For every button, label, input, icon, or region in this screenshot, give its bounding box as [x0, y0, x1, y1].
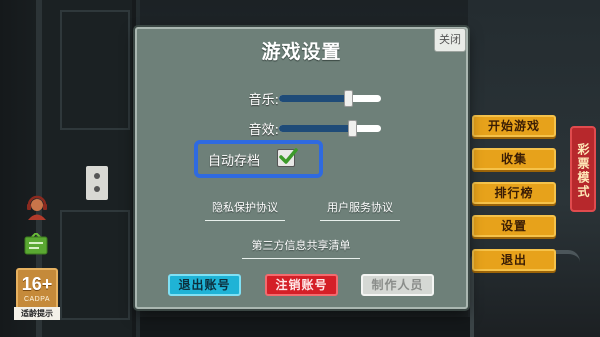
sfx-slider-handle[interactable] [348, 119, 358, 137]
music-slider-handle[interactable] [344, 89, 354, 107]
sfx-slider[interactable] [279, 119, 381, 137]
user-agreement-link[interactable]: 用户服务协议 [320, 199, 400, 221]
music-label: 音乐: [248, 92, 279, 108]
dialog-title: 游戏设置 [261, 41, 342, 63]
autosave-label: 自动存档 [208, 154, 261, 169]
notice-board-icon[interactable] [24, 231, 48, 255]
music-slider[interactable] [279, 89, 381, 107]
settings-button[interactable]: 设置 [472, 215, 556, 237]
exit-button[interactable]: 退出 [472, 249, 556, 271]
sfx-slider-row: 音效: [233, 119, 381, 138]
third-party-sharing-link[interactable]: 第三方信息共享清单 [242, 237, 360, 259]
age-rating-org: CADPA [23, 296, 51, 303]
logout-button[interactable]: 退出账号 [168, 274, 241, 296]
floor [140, 317, 470, 337]
wall-socket [86, 166, 108, 200]
privacy-policy-link[interactable]: 隐私保护协议 [205, 199, 285, 221]
checkmark-icon [279, 148, 298, 164]
customer-service-icon[interactable] [24, 195, 50, 221]
collection-button[interactable]: 收集 [472, 148, 556, 170]
start-game-button[interactable]: 开始游戏 [472, 115, 556, 137]
door-panel-bottom [60, 210, 130, 320]
door-panel-top [60, 10, 130, 130]
lottery-mode-tab[interactable]: 彩票模式 [570, 126, 596, 212]
age-rating: 16+ [21, 274, 53, 294]
music-slider-row: 音乐: [233, 89, 381, 108]
autosave-checkbox[interactable] [277, 148, 298, 167]
music-slider-fill [279, 94, 349, 102]
close-button[interactable]: 关闭 [434, 28, 466, 52]
autosave-option[interactable]: 自动存档 [194, 140, 323, 178]
credits-button[interactable]: 制作人员 [361, 274, 434, 296]
settings-dialog: 游戏设置 关闭 音乐: 音效: 自动存档 隐私保护协议 用户服务协议 第三方信息… [135, 27, 468, 309]
delete-account-button[interactable]: 注销账号 [265, 274, 338, 296]
leaderboard-button[interactable]: 排行榜 [472, 182, 556, 204]
sfx-slider-fill [279, 124, 353, 132]
age-tip-label: 适龄提示 [14, 307, 60, 320]
sfx-label: 音效: [248, 122, 279, 138]
